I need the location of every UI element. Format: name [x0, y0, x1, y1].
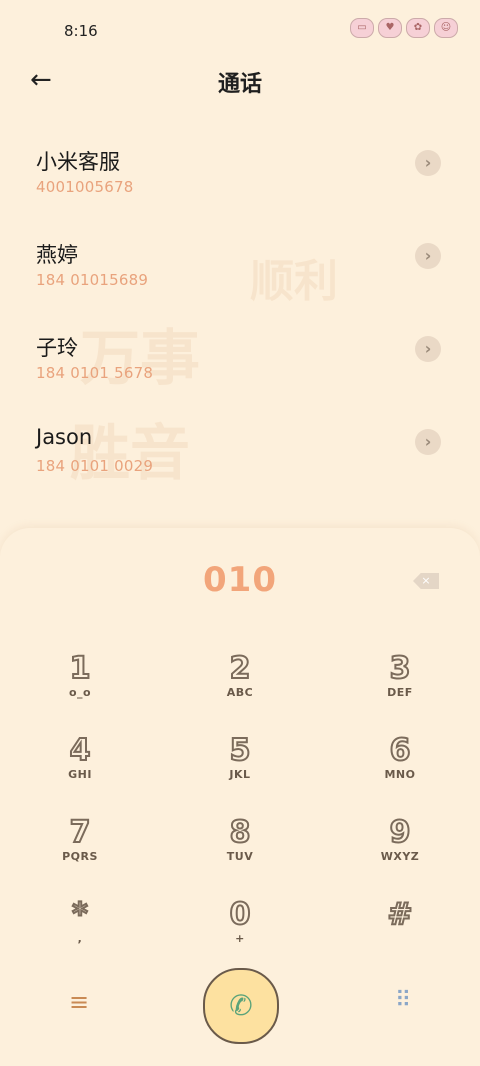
contact-number: 184 01015689 — [36, 271, 149, 289]
sticker-icon-2: ✿ — [406, 18, 430, 38]
key-letters: MNO — [384, 768, 416, 781]
key-letters: JKL — [229, 768, 251, 781]
status-icons: ▭ ♥ ✿ ☺ — [350, 18, 458, 38]
sticker-icon: ♥ — [378, 18, 402, 38]
dial-key-star[interactable]: * , — [35, 897, 125, 962]
key-letters: TUV — [226, 850, 254, 863]
contact-item[interactable]: 燕婷 184 01015689 › — [0, 229, 480, 322]
dial-key-6[interactable]: 6 MNO — [355, 733, 445, 798]
key-letters: o_o — [68, 686, 92, 699]
dial-key-4[interactable]: 4 GHI — [35, 733, 125, 798]
header: ← 通话 — [0, 60, 480, 106]
dial-key-3[interactable]: 3 DEF — [355, 651, 445, 716]
key-letters: PQRS — [62, 850, 98, 863]
key-digit: 6 — [389, 733, 412, 769]
contact-name: 小米客服 — [36, 150, 120, 174]
sticker-icon-3: ☺ — [434, 18, 458, 38]
phone-icon: ✆ — [229, 989, 253, 1022]
dial-key-5[interactable]: 5 JKL — [195, 733, 285, 798]
key-digit: 0 — [229, 897, 252, 933]
chevron-right-icon[interactable]: › — [415, 336, 441, 362]
key-digit: 4 — [69, 733, 92, 769]
key-digit: 7 — [69, 815, 92, 851]
page-title: 通话 — [217, 72, 262, 97]
key-letters: WXYZ — [380, 850, 420, 863]
dial-key-hash[interactable]: # — [355, 897, 445, 962]
contact-item[interactable]: Jason 184 0101 0029 › — [0, 415, 480, 508]
contact-item[interactable]: 小米客服 4001005678 › — [0, 136, 480, 229]
dial-key-9[interactable]: 9 WXYZ — [355, 815, 445, 880]
contact-number: 184 0101 5678 — [36, 364, 154, 382]
key-digit: 8 — [229, 815, 252, 851]
key-digit: 3 — [389, 651, 412, 687]
key-letters: + — [235, 932, 245, 945]
key-digit: * — [71, 897, 89, 933]
menu-icon[interactable]: ≡ — [64, 988, 94, 1018]
call-button[interactable]: ✆ — [203, 968, 279, 1044]
key-digit: 1 — [69, 651, 92, 687]
dial-key-8[interactable]: 8 TUV — [195, 815, 285, 880]
contact-number: 4001005678 — [36, 178, 134, 196]
contact-name: 燕婷 — [36, 243, 78, 267]
key-digit: 9 — [389, 815, 412, 851]
key-digit: # — [386, 897, 413, 933]
contact-name: Jason — [36, 425, 93, 449]
dial-key-2[interactable]: 2 ABC — [195, 651, 285, 716]
key-digit: 5 — [229, 733, 252, 769]
key-letters: , — [77, 932, 83, 945]
key-letters: ABC — [226, 686, 254, 699]
key-digit: 2 — [229, 651, 252, 687]
battery-icon: ▭ — [350, 18, 374, 38]
chevron-right-icon[interactable]: › — [415, 429, 441, 455]
status-bar: 8:16 ▭ ♥ ✿ ☺ — [0, 0, 480, 60]
key-letters: DEF — [387, 686, 413, 699]
chevron-right-icon[interactable]: › — [415, 243, 441, 269]
contact-item[interactable]: 子玲 184 0101 5678 › — [0, 322, 480, 415]
status-time: 8:16 — [64, 22, 98, 40]
dial-input[interactable]: 010 — [0, 560, 480, 600]
chevron-right-icon[interactable]: › — [415, 150, 441, 176]
contact-number: 184 0101 0029 — [36, 457, 154, 475]
dial-key-1[interactable]: 1 o_o — [35, 651, 125, 716]
contact-list: 小米客服 4001005678 › 燕婷 184 01015689 › 子玲 1… — [0, 136, 480, 508]
keypad-icon[interactable]: ⠿ — [388, 988, 418, 1018]
dialpad-panel: 010 × 1 o_o 2 ABC 3 DEF 4 GHI 5 JKL 6 MN… — [0, 528, 480, 1066]
contact-name: 子玲 — [36, 336, 78, 360]
dial-key-7[interactable]: 7 PQRS — [35, 815, 125, 880]
dial-key-0[interactable]: 0 + — [195, 897, 285, 962]
key-letters: GHI — [68, 768, 92, 781]
